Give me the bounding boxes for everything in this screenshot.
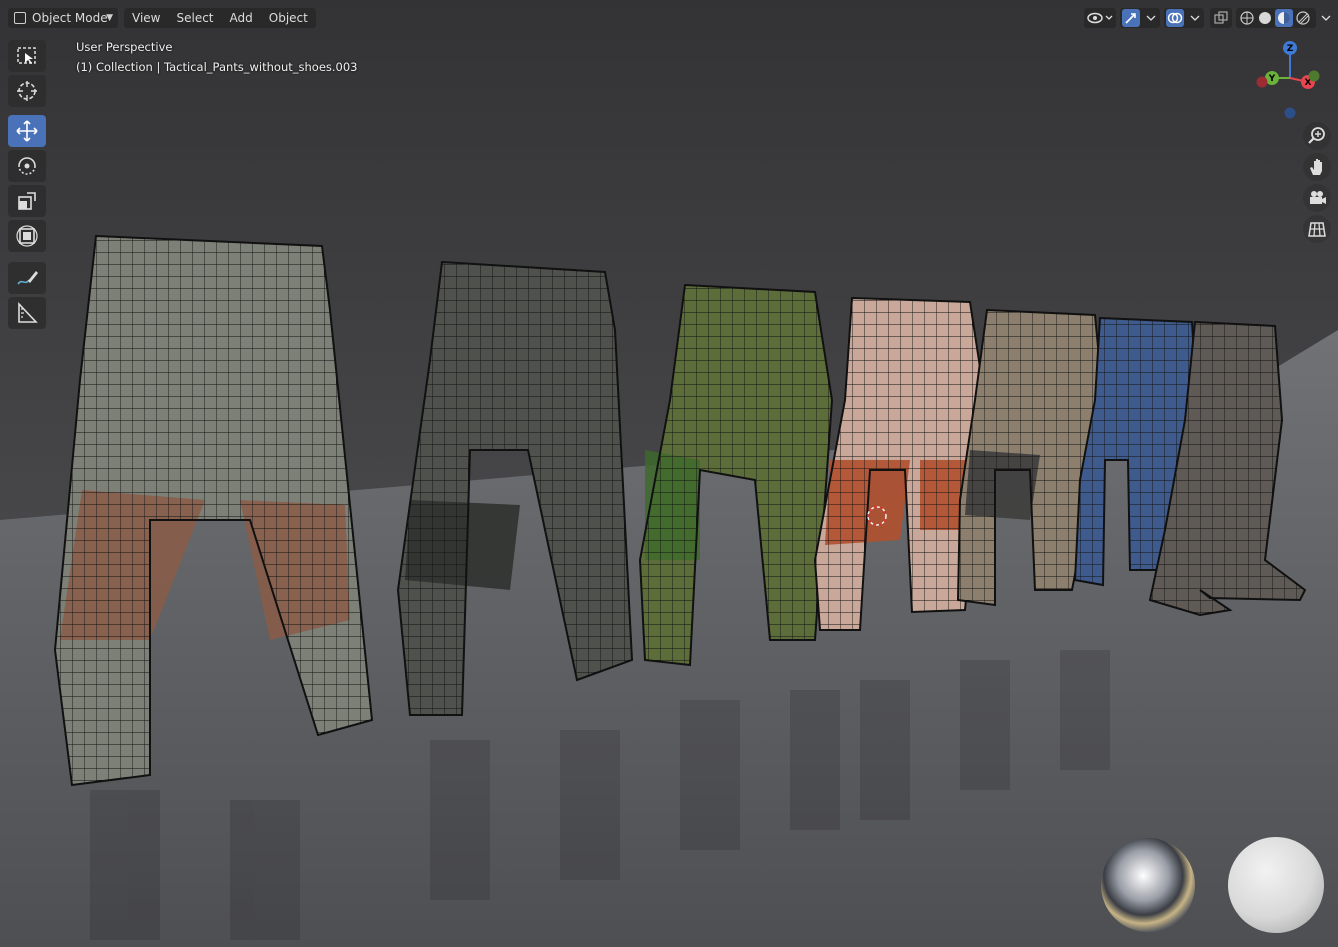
menu-select[interactable]: Select (168, 8, 221, 28)
solid-shading-icon[interactable] (1258, 11, 1272, 25)
hdri-chrome-sphere (1101, 838, 1195, 932)
camera-view-button[interactable] (1303, 184, 1331, 212)
cursor-tool[interactable] (8, 75, 46, 107)
navigation-gizmo[interactable]: Z X Y (1252, 38, 1334, 124)
annotate-icon (17, 271, 38, 285)
object-mode-icon (14, 12, 26, 24)
menu-object[interactable]: Object (261, 8, 316, 28)
hand-icon (1310, 159, 1322, 175)
overlays-icon (1166, 9, 1184, 27)
viewport-perspective-label: User Perspective (76, 40, 173, 54)
pan-button[interactable] (1303, 153, 1331, 181)
gizmo-y-label: Y (1268, 74, 1276, 84)
select-box-tool[interactable] (8, 40, 46, 72)
scale-tool[interactable] (8, 185, 46, 217)
scale-icon (18, 192, 36, 210)
shading-modes (1236, 8, 1316, 28)
measure-tool[interactable] (8, 297, 46, 329)
hdri-matte-sphere (1228, 837, 1324, 933)
chevron-down-icon (1190, 15, 1200, 21)
menu-add[interactable]: Add (222, 8, 261, 28)
rotate-tool[interactable] (8, 150, 46, 182)
chevron-down-icon (1146, 15, 1156, 21)
move-tool[interactable] (8, 115, 46, 147)
viewport-scene (0, 0, 1338, 947)
grid-icon (1308, 222, 1326, 237)
chevron-down-icon[interactable] (1320, 12, 1332, 24)
object-mode-label: Object Mode (32, 11, 108, 25)
visibility-dropdown[interactable] (1084, 8, 1116, 28)
annotate-tool[interactable] (8, 262, 46, 294)
camera-icon (1310, 191, 1326, 204)
eye-icon (1087, 12, 1113, 24)
3d-viewport[interactable]: Object Mode ▼ View Select Add Object Use… (0, 0, 1338, 947)
menu-view[interactable]: View (124, 8, 168, 28)
header-menu: View Select Add Object (124, 8, 316, 28)
viewport-header: Object Mode ▼ View Select Add Object (0, 0, 1338, 36)
rotate-icon (18, 157, 36, 175)
cursor-icon (17, 81, 37, 101)
gizmo-z-label: Z (1287, 44, 1294, 54)
xray-icon (1214, 11, 1228, 24)
ortho-toggle-button[interactable] (1303, 215, 1331, 243)
gizmo-arrow-icon (1122, 9, 1140, 27)
wireframe-shading-icon[interactable] (1240, 11, 1254, 25)
measure-icon (18, 301, 38, 323)
gizmo-toggle[interactable] (1120, 8, 1160, 28)
active-object-label: (1) Collection | Tactical_Pants_without_… (76, 60, 358, 74)
xray-toggle[interactable] (1210, 8, 1232, 28)
object-mode-dropdown[interactable]: Object Mode ▼ (8, 8, 118, 28)
rendered-shading-icon[interactable] (1296, 11, 1310, 25)
chevron-down-icon: ▼ (106, 13, 113, 23)
zoom-button[interactable] (1303, 122, 1331, 150)
select-box-icon (17, 47, 36, 64)
transform-tool[interactable] (8, 220, 46, 252)
overlays-toggle[interactable] (1164, 8, 1204, 28)
transform-icon (16, 225, 38, 247)
move-icon (16, 120, 38, 142)
material-preview-icon[interactable] (1275, 9, 1293, 27)
zoom-icon (1308, 127, 1325, 144)
